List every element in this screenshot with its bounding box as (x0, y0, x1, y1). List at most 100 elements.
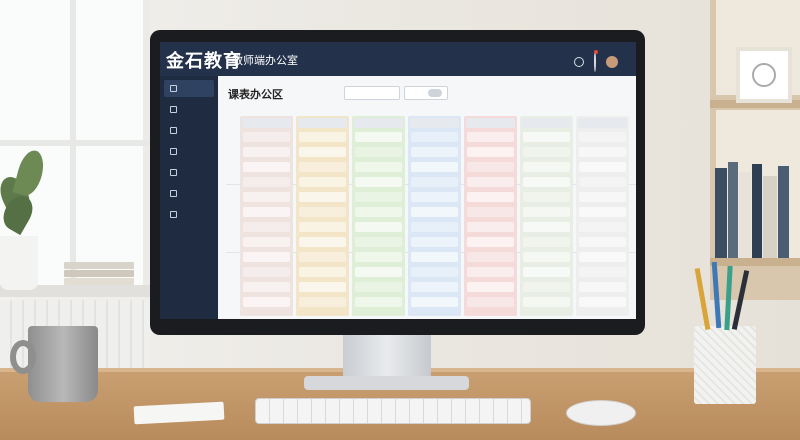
lesson-cell[interactable] (355, 282, 402, 292)
lesson-cell[interactable] (243, 147, 290, 157)
lesson-cell[interactable] (299, 207, 346, 217)
lesson-cell[interactable] (355, 252, 402, 262)
lesson-cell[interactable] (467, 177, 514, 187)
notification-wrap[interactable] (594, 50, 598, 72)
lesson-cell[interactable] (523, 282, 570, 292)
view-toggle[interactable] (428, 89, 442, 97)
lesson-cell[interactable] (299, 177, 346, 187)
lesson-cell[interactable] (299, 222, 346, 232)
column-header[interactable] (522, 118, 571, 128)
lesson-cell[interactable] (467, 132, 514, 142)
column-header[interactable] (578, 118, 627, 128)
lesson-cell[interactable] (355, 237, 402, 247)
sidebar-item-5[interactable] (164, 185, 214, 202)
bell-icon[interactable] (594, 51, 596, 72)
lesson-cell[interactable] (523, 162, 570, 172)
column-header[interactable] (298, 118, 347, 128)
lesson-cell[interactable] (523, 207, 570, 217)
lesson-cell[interactable] (523, 192, 570, 202)
lesson-cell[interactable] (467, 192, 514, 202)
lesson-cell[interactable] (411, 177, 458, 187)
lesson-cell[interactable] (411, 267, 458, 277)
lesson-cell[interactable] (299, 252, 346, 262)
lesson-cell[interactable] (579, 147, 626, 157)
lesson-cell[interactable] (523, 222, 570, 232)
lesson-cell[interactable] (243, 207, 290, 217)
lesson-cell[interactable] (355, 147, 402, 157)
lesson-cell[interactable] (299, 132, 346, 142)
lesson-cell[interactable] (579, 282, 626, 292)
sidebar-item-3[interactable] (164, 143, 214, 160)
lesson-cell[interactable] (579, 237, 626, 247)
lesson-cell[interactable] (243, 297, 290, 307)
lesson-cell[interactable] (243, 162, 290, 172)
lesson-cell[interactable] (355, 177, 402, 187)
sidebar-item-0[interactable] (164, 80, 214, 97)
column-header[interactable] (242, 118, 291, 128)
lesson-cell[interactable] (579, 252, 626, 262)
avatar[interactable] (606, 55, 618, 68)
lesson-cell[interactable] (523, 297, 570, 307)
column-header[interactable] (410, 118, 459, 128)
lesson-cell[interactable] (523, 252, 570, 262)
lesson-cell[interactable] (467, 222, 514, 232)
lesson-cell[interactable] (411, 192, 458, 202)
lesson-cell[interactable] (411, 147, 458, 157)
lesson-cell[interactable] (243, 252, 290, 262)
lesson-cell[interactable] (355, 297, 402, 307)
lesson-cell[interactable] (355, 207, 402, 217)
lesson-cell[interactable] (467, 252, 514, 262)
lesson-cell[interactable] (243, 267, 290, 277)
lesson-cell[interactable] (355, 222, 402, 232)
lesson-cell[interactable] (467, 237, 514, 247)
lesson-cell[interactable] (411, 132, 458, 142)
lesson-cell[interactable] (467, 267, 514, 277)
lesson-cell[interactable] (299, 147, 346, 157)
lesson-cell[interactable] (467, 282, 514, 292)
lesson-cell[interactable] (299, 297, 346, 307)
lesson-cell[interactable] (411, 252, 458, 262)
sidebar-item-2[interactable] (164, 122, 214, 139)
sidebar-item-4[interactable] (164, 164, 214, 181)
lesson-cell[interactable] (355, 162, 402, 172)
sidebar-item-6[interactable] (164, 206, 214, 223)
lesson-cell[interactable] (523, 267, 570, 277)
lesson-cell[interactable] (467, 147, 514, 157)
lesson-cell[interactable] (579, 267, 626, 277)
lesson-cell[interactable] (299, 162, 346, 172)
lesson-cell[interactable] (467, 162, 514, 172)
lesson-cell[interactable] (579, 222, 626, 232)
lesson-cell[interactable] (299, 282, 346, 292)
lesson-cell[interactable] (411, 282, 458, 292)
lesson-cell[interactable] (243, 222, 290, 232)
sidebar-item-1[interactable] (164, 101, 214, 118)
lesson-cell[interactable] (243, 132, 290, 142)
lesson-cell[interactable] (523, 177, 570, 187)
lesson-cell[interactable] (411, 207, 458, 217)
lesson-cell[interactable] (523, 147, 570, 157)
lesson-cell[interactable] (299, 192, 346, 202)
lesson-cell[interactable] (411, 297, 458, 307)
lesson-cell[interactable] (467, 297, 514, 307)
column-header[interactable] (354, 118, 403, 128)
lesson-cell[interactable] (523, 237, 570, 247)
lesson-cell[interactable] (355, 132, 402, 142)
lesson-cell[interactable] (523, 132, 570, 142)
lesson-cell[interactable] (579, 162, 626, 172)
lesson-cell[interactable] (579, 297, 626, 307)
lesson-cell[interactable] (355, 192, 402, 202)
lesson-cell[interactable] (467, 207, 514, 217)
filter-select[interactable] (344, 86, 400, 100)
lesson-cell[interactable] (243, 282, 290, 292)
lesson-cell[interactable] (411, 237, 458, 247)
lesson-cell[interactable] (411, 162, 458, 172)
lesson-cell[interactable] (355, 267, 402, 277)
lesson-cell[interactable] (243, 192, 290, 202)
lesson-cell[interactable] (243, 237, 290, 247)
lesson-cell[interactable] (579, 207, 626, 217)
lesson-cell[interactable] (411, 222, 458, 232)
column-header[interactable] (466, 118, 515, 128)
lesson-cell[interactable] (299, 267, 346, 277)
lesson-cell[interactable] (243, 177, 290, 187)
lesson-cell[interactable] (579, 177, 626, 187)
